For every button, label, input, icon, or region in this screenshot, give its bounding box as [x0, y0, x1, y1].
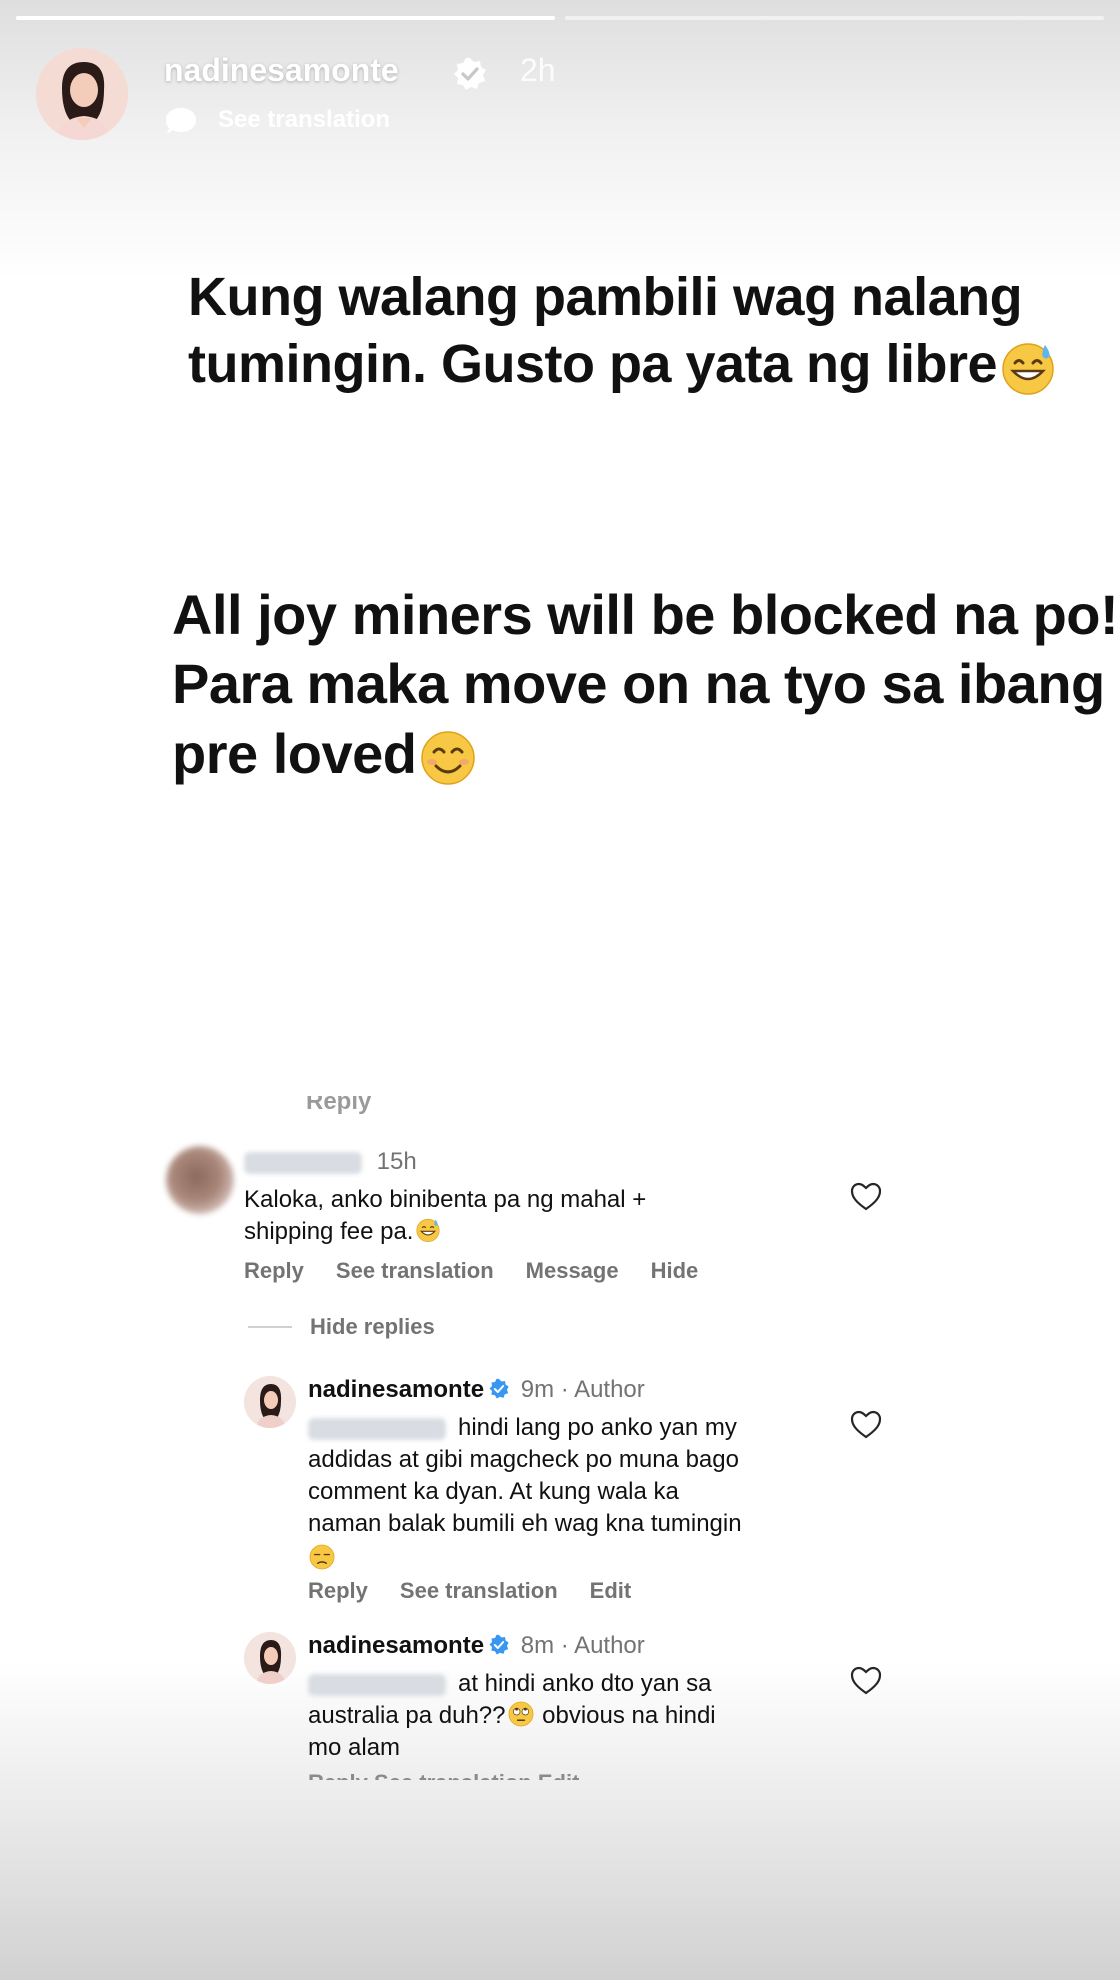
comment-actions: Reply See translation Message Hide: [244, 1258, 698, 1284]
story-text-block-2: All joy miners will be blocked na po! Pa…: [172, 580, 1119, 788]
reply-button[interactable]: Reply: [244, 1258, 304, 1284]
story-username[interactable]: nadinesamonte: [164, 52, 399, 89]
reply-header: nadinesamonte 9m · Author: [308, 1376, 645, 1404]
reply-username[interactable]: nadinesamonte: [308, 1632, 484, 1659]
story-timestamp: 2h: [520, 52, 556, 88]
reply-button[interactable]: Reply: [308, 1578, 368, 1604]
like-heart-icon[interactable]: [850, 1666, 882, 1696]
reply-line: addidas at gibi magcheck po muna bago: [308, 1446, 739, 1473]
replies-connector-line: [248, 1326, 292, 1328]
hide-button[interactable]: Hide: [651, 1258, 699, 1284]
like-heart-icon[interactable]: [850, 1182, 882, 1212]
story-text-block-1: Kung walang pambili wag nalang tumingin.…: [188, 264, 1057, 398]
reply-line: australia pa duh?? obvious na hindi: [308, 1700, 716, 1732]
comment-span: shipping fee pa.: [244, 1218, 414, 1245]
commenter-header: 15h: [244, 1148, 417, 1176]
verified-badge-icon: [489, 1378, 509, 1399]
see-translation-button[interactable]: See translation: [400, 1578, 558, 1604]
reply-line: comment ka dyan. At kung wala ka: [308, 1478, 679, 1505]
verified-badge-icon: [489, 1634, 509, 1655]
reply-author-avatar[interactable]: [244, 1376, 296, 1428]
story-text-span: pre loved: [172, 721, 417, 785]
reply-line: at hindi anko dto yan sa: [308, 1668, 716, 1700]
translate-bubble-icon[interactable]: [164, 106, 198, 136]
blurred-username[interactable]: [244, 1151, 362, 1174]
blurred-mention[interactable]: [308, 1417, 446, 1440]
reply-header: nadinesamonte 8m · Author: [308, 1632, 645, 1660]
story-text-line: Para maka move on na tyo sa ibang: [172, 652, 1105, 716]
verified-badge-icon: [454, 58, 486, 90]
grinning-sweat-emoji-icon: [1002, 342, 1054, 395]
see-translation-button[interactable]: See translation: [336, 1258, 494, 1284]
comment-line: shipping fee pa.: [244, 1216, 646, 1248]
comment-line: Kaloka, anko binibenta pa ng mahal +: [244, 1186, 647, 1213]
reply-line: mo alam: [308, 1734, 401, 1761]
reply-line: [308, 1540, 742, 1572]
reply-span: obvious na hindi: [542, 1702, 716, 1729]
edit-button[interactable]: Edit: [590, 1578, 632, 1604]
blurred-mention[interactable]: [308, 1673, 446, 1696]
comment-body: Kaloka, anko binibenta pa ng mahal + shi…: [244, 1184, 646, 1248]
reply-line: hindi lang po anko yan my: [308, 1412, 742, 1444]
cut-reply-label: Reply: [306, 1096, 372, 1115]
reply-span: australia pa duh??: [308, 1702, 506, 1729]
profile-avatar[interactable]: [36, 48, 128, 140]
reply-username[interactable]: nadinesamonte: [308, 1376, 484, 1403]
hide-replies-row: Hide replies: [310, 1314, 435, 1340]
reply-span: hindi lang po anko yan my: [458, 1414, 737, 1441]
reply-body: at hindi anko dto yan sa australia pa du…: [308, 1668, 716, 1764]
smiling-emoji-icon: [421, 731, 476, 785]
reply-meta: 9m · Author: [520, 1376, 645, 1403]
reply-meta: 8m · Author: [520, 1632, 645, 1659]
hide-replies-button[interactable]: Hide replies: [310, 1314, 435, 1340]
see-translation-link[interactable]: See translation: [218, 106, 390, 134]
story-progress: [16, 16, 1104, 20]
story-text-line: pre loved: [172, 719, 1118, 788]
message-button[interactable]: Message: [526, 1258, 619, 1284]
top-gradient: [0, 0, 1120, 280]
reply-author-avatar[interactable]: [244, 1632, 296, 1684]
reply-span: at hindi anko dto yan sa: [458, 1670, 712, 1697]
like-heart-icon[interactable]: [850, 1410, 882, 1440]
progress-segment-1: [16, 16, 555, 20]
reply-line: naman balak bumili eh wag kna tumingin: [308, 1510, 742, 1537]
eye-roll-emoji-icon: [509, 1701, 534, 1727]
cut-reply-actions: Reply See translation Edit: [308, 1772, 579, 1780]
unamused-emoji-icon: [309, 1544, 335, 1570]
story-text-line: tumingin. Gusto pa yata ng libre: [188, 331, 1057, 398]
commenter-avatar[interactable]: [166, 1146, 234, 1214]
story-text-line: All joy miners will be blocked na po!: [172, 583, 1119, 646]
story-text-line: Kung walang pambili wag nalang: [188, 267, 1023, 327]
comment-time: 15h: [376, 1148, 417, 1175]
story-text-span: tumingin. Gusto pa yata ng libre: [188, 333, 998, 394]
reply-actions: Reply See translation Edit: [308, 1578, 631, 1604]
reply-body: hindi lang po anko yan my addidas at gib…: [308, 1412, 742, 1572]
grinning-sweat-emoji-icon: [416, 1218, 441, 1242]
progress-segment-2: [565, 16, 1104, 20]
